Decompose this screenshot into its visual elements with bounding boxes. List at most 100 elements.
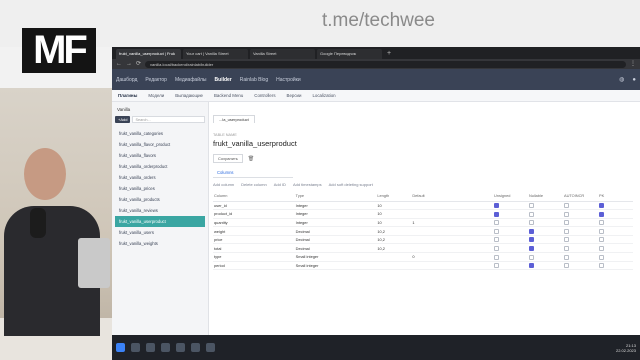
cell-length[interactable]: 10,2 (376, 235, 412, 245)
checkbox-ai[interactable] (563, 228, 569, 234)
tb-backend-menu[interactable]: Backend Menu (214, 93, 243, 98)
sidebar-item-table[interactable]: frukt_vanilla_orders (115, 172, 205, 183)
menu-icon[interactable]: ⋮ (630, 59, 636, 69)
taskbar-app-icon[interactable] (191, 343, 200, 352)
checkbox-pk[interactable] (598, 220, 604, 226)
cell-name[interactable]: total (213, 243, 295, 254)
page-title[interactable]: frukt_vanilla_userproduct (213, 139, 640, 148)
checkbox-pk[interactable] (598, 237, 604, 243)
cell-type[interactable]: Small integer (294, 261, 377, 271)
taskbar-app-icon[interactable] (161, 343, 170, 352)
url-field[interactable]: vanilla.local/backend/rainlab/builder (145, 60, 626, 68)
checkbox-nullable[interactable] (528, 237, 534, 243)
taskbar-app-icon[interactable] (176, 343, 185, 352)
checkbox-nullable[interactable] (528, 203, 534, 209)
cell-type[interactable]: Decimal (294, 243, 377, 254)
checkbox-pk[interactable] (598, 246, 604, 251)
cell-def[interactable] (411, 201, 493, 211)
checkbox-pk[interactable] (598, 211, 604, 217)
table-row[interactable]: user_id Integer 10 (213, 201, 633, 211)
column-tool-button[interactable]: Add soft deleting support (329, 182, 373, 187)
cell-length[interactable]: 10,2 (376, 243, 412, 254)
browser-tab[interactable]: Google Переводчик (317, 49, 382, 59)
cell-def[interactable] (411, 261, 493, 271)
sidebar-item-table[interactable]: frukt_vanilla_prices (115, 183, 205, 194)
checkbox-nullable[interactable] (528, 263, 534, 269)
nav-settings[interactable]: Настройки (276, 77, 301, 83)
tb-localization[interactable]: Localization (312, 93, 335, 98)
checkbox-unsigned[interactable] (493, 263, 499, 269)
sidebar-item-table[interactable]: frukt_vanilla_flavor_product (115, 139, 205, 150)
column-tool-button[interactable]: Add timestamps (293, 182, 322, 187)
column-tool-button[interactable]: Delete column (241, 182, 267, 187)
tb-dropdowns[interactable]: Выпадающие (175, 93, 203, 98)
checkbox-nullable[interactable] (528, 228, 534, 234)
cell-name[interactable]: quantity (213, 218, 295, 228)
checkbox-pk[interactable] (598, 203, 604, 209)
table-row[interactable]: price Decimal 10,2 (213, 235, 633, 245)
checkbox-ai[interactable] (563, 263, 569, 269)
globe-icon[interactable]: ◍ (619, 76, 624, 83)
sidebar-item-table[interactable]: frukt_vanilla_categories (115, 128, 205, 139)
back-icon[interactable]: ← (116, 59, 122, 69)
sidebar-item-table[interactable]: frukt_vanilla_weights (115, 238, 205, 249)
checkbox-ai[interactable] (563, 237, 569, 243)
cell-length[interactable]: 10 (376, 218, 412, 228)
tb-plugins[interactable]: Плагины (118, 93, 137, 98)
cell-name[interactable]: price (213, 235, 295, 245)
reload-icon[interactable]: ⟳ (136, 59, 141, 69)
taskbar-app-icon[interactable] (206, 343, 215, 352)
checkbox-pk[interactable] (598, 254, 604, 260)
cell-name[interactable]: type (213, 252, 295, 262)
checkbox-unsigned[interactable] (493, 211, 499, 217)
table-row[interactable]: total Decimal 10,2 (213, 243, 633, 254)
checkbox-unsigned[interactable] (493, 228, 499, 234)
cell-def[interactable] (411, 243, 493, 254)
cell-name[interactable]: product_id (213, 209, 295, 219)
save-button[interactable]: Сохранить (213, 154, 243, 163)
table-row[interactable]: quantity Integer 10 1 (213, 218, 633, 228)
checkbox-unsigned[interactable] (493, 203, 499, 209)
cell-type[interactable]: Integer (294, 201, 377, 211)
nav-dashboard[interactable]: Дашборд (116, 77, 137, 83)
checkbox-ai[interactable] (563, 254, 569, 260)
start-icon[interactable] (116, 343, 125, 352)
forward-icon[interactable]: → (126, 59, 132, 69)
cell-length[interactable] (376, 261, 412, 271)
cell-length[interactable] (376, 252, 412, 262)
checkbox-ai[interactable] (563, 220, 569, 226)
column-tool-button[interactable]: Add column (213, 182, 234, 187)
cell-type[interactable]: Integer (294, 209, 377, 219)
avatar[interactable]: ● (632, 77, 636, 83)
cell-length[interactable]: 10 (376, 201, 412, 211)
checkbox-ai[interactable] (563, 211, 569, 217)
checkbox-unsigned[interactable] (493, 254, 499, 260)
checkbox-nullable[interactable] (528, 220, 534, 226)
taskbar-app-icon[interactable] (131, 343, 140, 352)
add-table-button[interactable]: +Add (115, 116, 131, 123)
cell-type[interactable]: Decimal (294, 235, 377, 245)
nav-media[interactable]: Медиафайлы (175, 77, 207, 83)
search-input[interactable]: Search... (132, 116, 205, 123)
sidebar-item-table[interactable]: frukt_vanilla_flavors (115, 150, 205, 161)
tb-versions[interactable]: Версии (287, 93, 302, 98)
checkbox-unsigned[interactable] (493, 246, 499, 251)
checkbox-ai[interactable] (563, 203, 569, 209)
checkbox-pk[interactable] (598, 263, 604, 269)
checkbox-nullable[interactable] (528, 246, 534, 251)
new-tab-button[interactable]: + (384, 49, 394, 59)
table-row[interactable]: weight Decimal 10,2 (213, 226, 633, 236)
cell-def[interactable] (411, 226, 493, 236)
checkbox-nullable[interactable] (528, 211, 534, 217)
checkbox-pk[interactable] (598, 228, 604, 234)
cell-name[interactable]: user_id (213, 201, 295, 211)
table-row[interactable]: period Small integer (213, 261, 633, 271)
nav-rainlab-blog[interactable]: Rainlab Blog (240, 77, 268, 83)
checkbox-nullable[interactable] (528, 254, 534, 260)
sidebar-item-table[interactable]: frukt_vanilla_orderproduct (115, 161, 205, 172)
cell-def[interactable]: 0 (411, 252, 493, 262)
cell-type[interactable]: Small integer (294, 252, 377, 262)
taskbar-app-icon[interactable] (146, 343, 155, 352)
cell-def[interactable]: 1 (411, 218, 493, 228)
cell-name[interactable]: weight (213, 226, 295, 236)
